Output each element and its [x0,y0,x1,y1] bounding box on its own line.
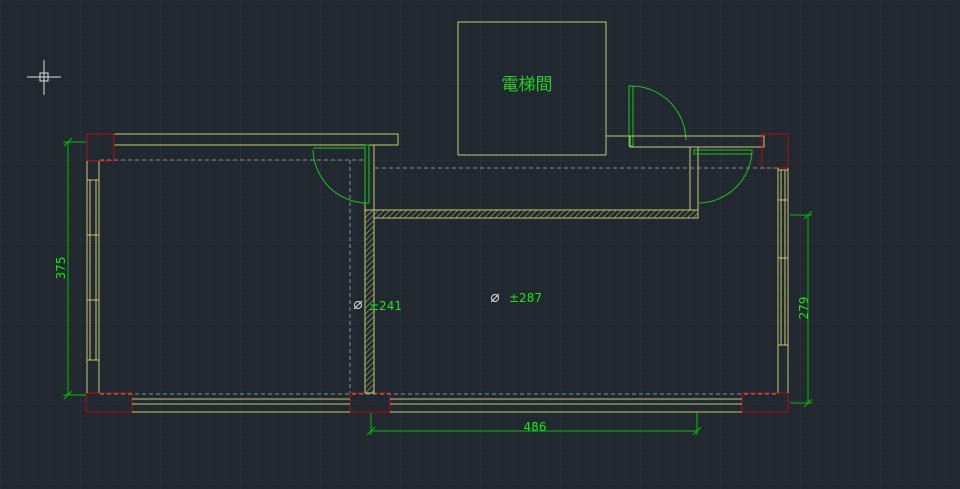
dimension-right-height-label: 279 [797,297,811,320]
dimension-left-height-label: 375 [54,257,68,280]
elevation-right-label: ±287 [509,291,542,305]
elevation-left-label: ±241 [369,299,402,313]
dimension-bottom-width-label: 486 [524,420,547,434]
partition-wall-horizontal[interactable] [373,209,699,219]
cad-drawing-canvas[interactable]: 電梯間 375 279 486 ±241 ±287 [0,0,960,489]
grid-background [0,0,960,489]
elevator-room-label: 電梯間 [502,75,553,95]
